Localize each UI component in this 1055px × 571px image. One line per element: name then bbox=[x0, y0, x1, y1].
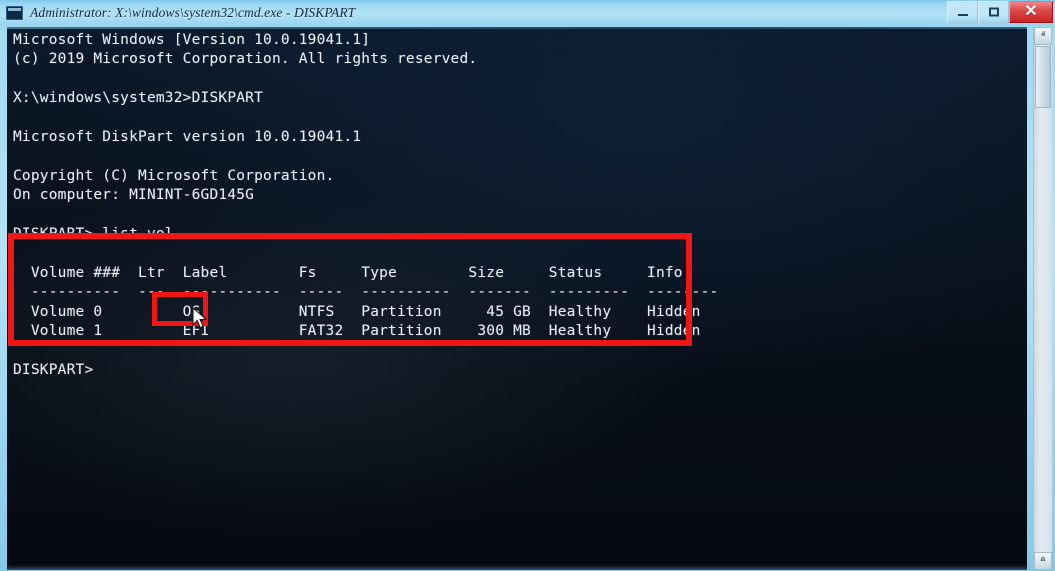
vertical-scrollbar[interactable]: ⱏ ⱞ bbox=[1033, 27, 1052, 570]
window-title: Administrator: X:\windows\system32\cmd.e… bbox=[30, 5, 356, 20]
minimize-button[interactable] bbox=[947, 1, 978, 23]
console-icon bbox=[6, 6, 23, 20]
scroll-down-button[interactable]: ⱞ bbox=[1034, 552, 1052, 570]
maximize-button[interactable] bbox=[978, 1, 1009, 23]
window-titlebar[interactable]: Administrator: X:\windows\system32\cmd.e… bbox=[0, 0, 1055, 26]
window-controls: ✕ bbox=[947, 1, 1053, 23]
console-client-area[interactable]: Microsoft Windows [Version 10.0.19041.1]… bbox=[7, 27, 1027, 570]
minimize-icon bbox=[957, 14, 968, 17]
console-output: Microsoft Windows [Version 10.0.19041.1]… bbox=[13, 32, 719, 378]
maximize-icon bbox=[988, 7, 999, 17]
scrollbar-thumb[interactable] bbox=[1035, 46, 1051, 108]
close-icon: ✕ bbox=[1024, 3, 1038, 20]
cmd-window: Administrator: X:\windows\system32\cmd.e… bbox=[0, 0, 1055, 571]
close-button[interactable]: ✕ bbox=[1009, 1, 1053, 23]
scroll-up-button[interactable]: ⱏ bbox=[1034, 27, 1052, 45]
chevron-down-icon: ⱞ bbox=[1040, 555, 1046, 566]
chevron-up-icon: ⱏ bbox=[1040, 30, 1046, 41]
